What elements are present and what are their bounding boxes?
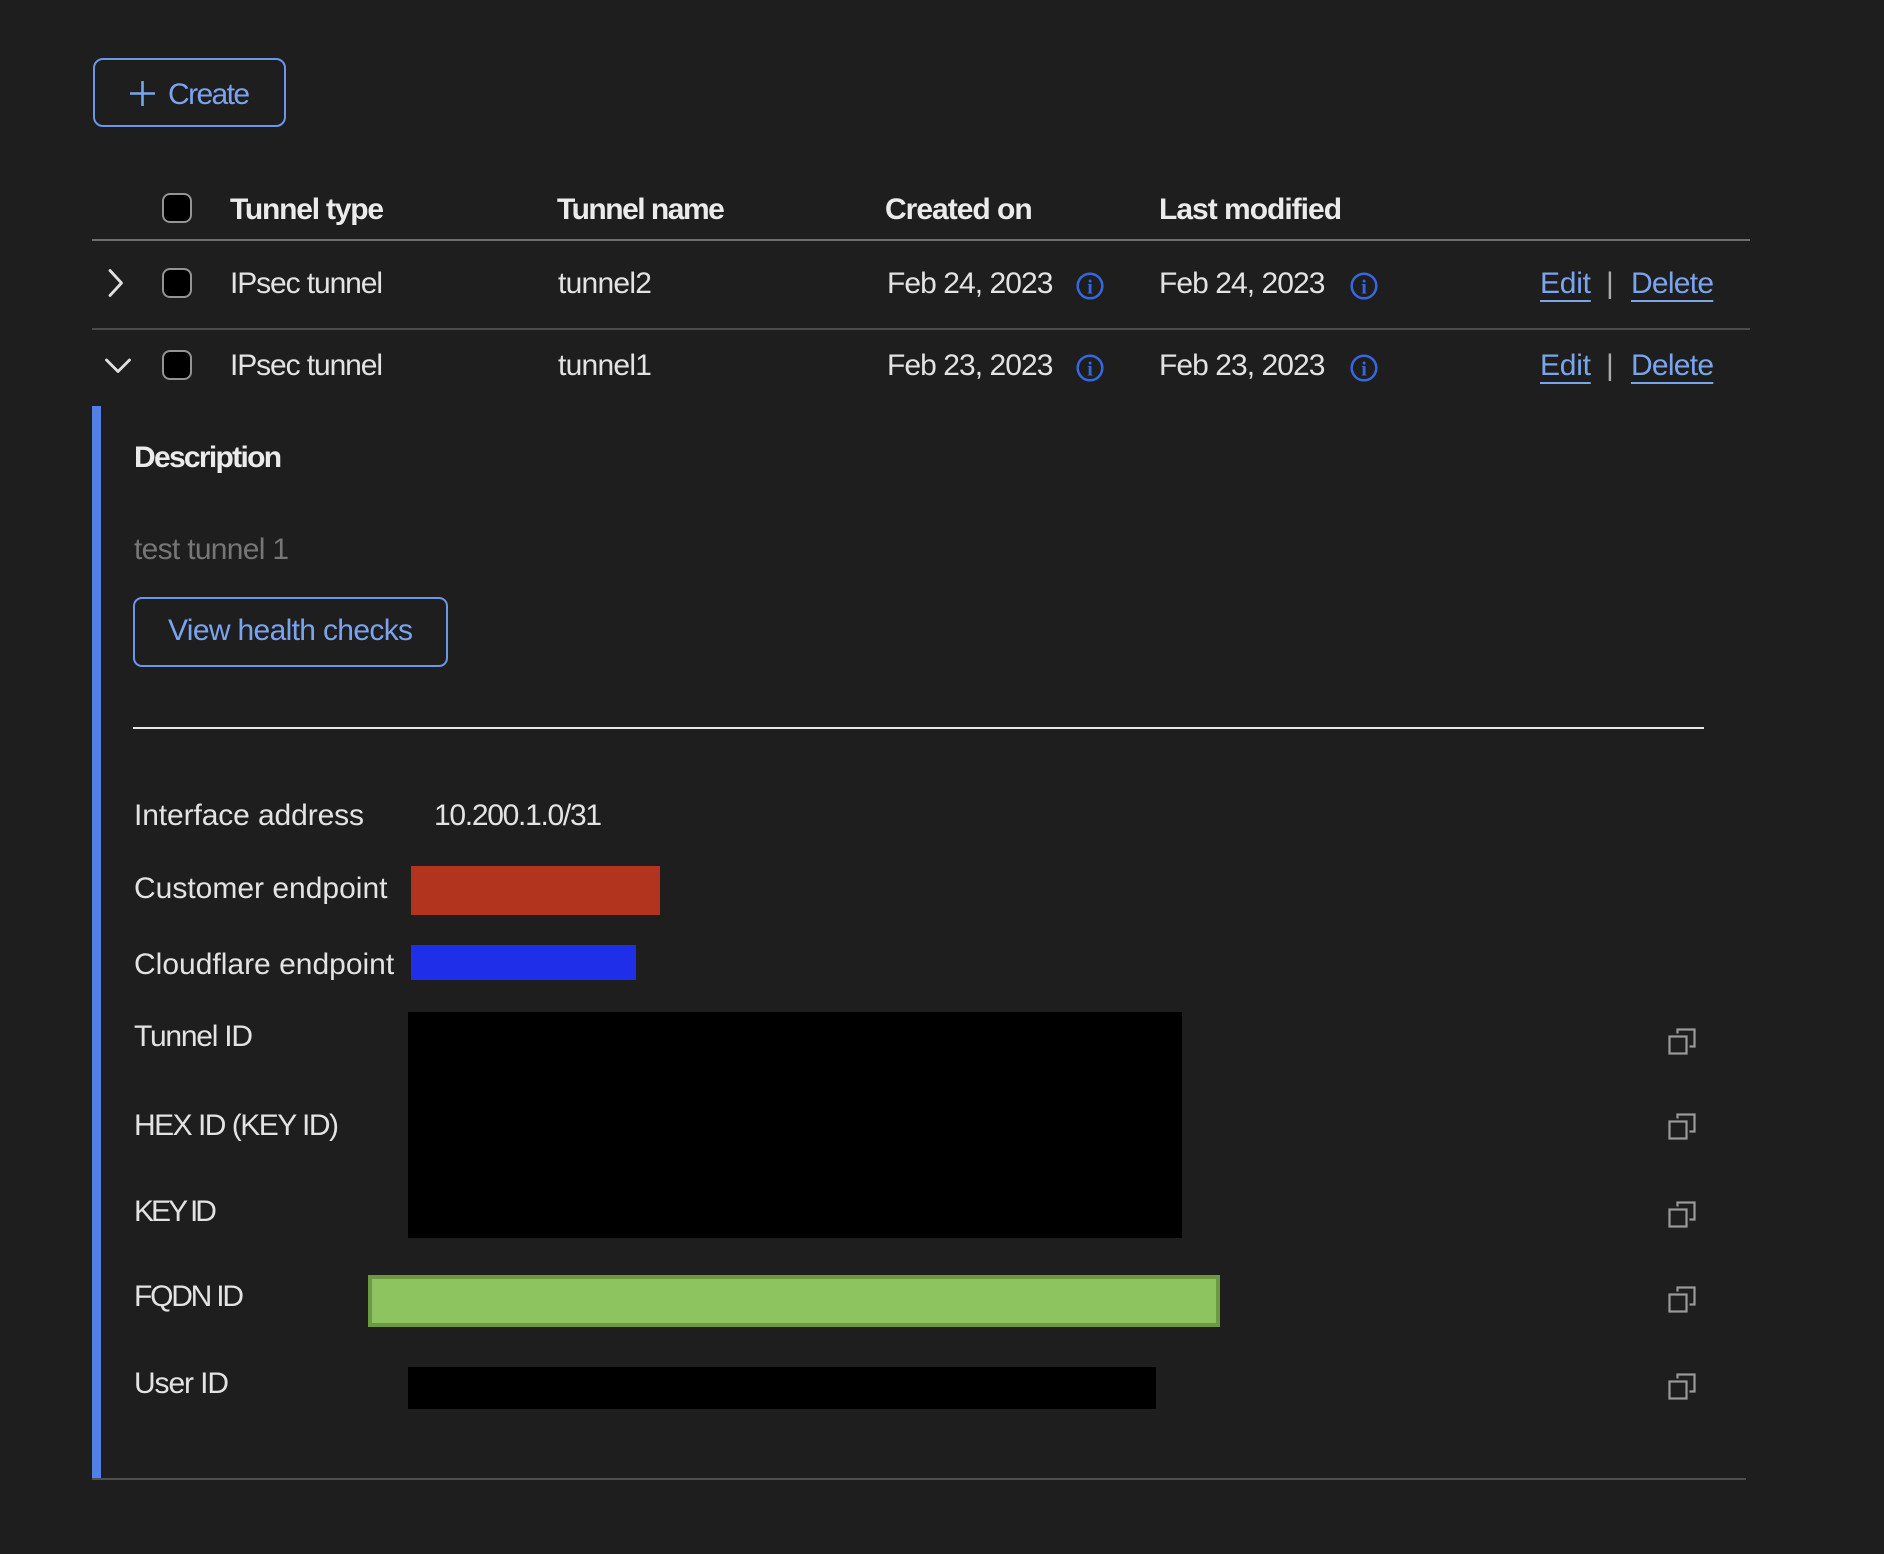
svg-text:i: i xyxy=(1361,277,1367,299)
svg-text:i: i xyxy=(1361,359,1367,381)
svg-text:i: i xyxy=(1087,277,1093,299)
svg-text:i: i xyxy=(1087,359,1093,381)
